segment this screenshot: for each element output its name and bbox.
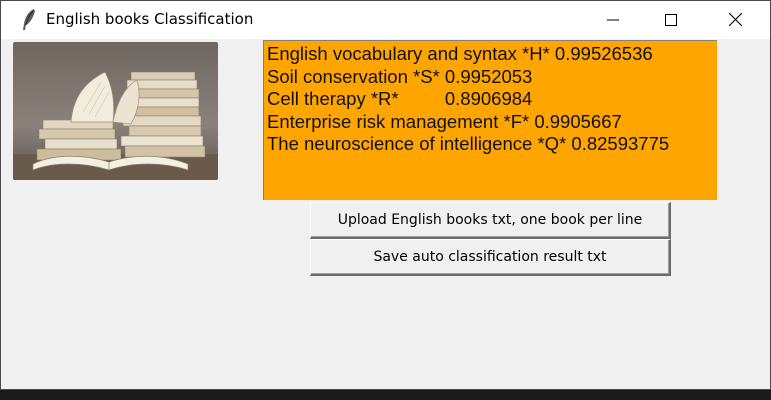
classification-result-box: English vocabulary and syntax *H* 0.9952… (263, 40, 717, 200)
app-window: English books Classification English voc… (0, 0, 771, 390)
result-line: The neuroscience of intelligence *Q* 0.8… (267, 133, 670, 154)
title-bar: English books Classification (1, 1, 770, 39)
maximize-button[interactable] (642, 1, 700, 39)
result-line: English vocabulary and syntax *H* 0.9952… (267, 43, 653, 64)
save-result-button[interactable]: Save auto classification result txt (310, 239, 671, 276)
result-line: Cell therapy *R* 0.8906984 (267, 88, 533, 109)
feather-icon (20, 8, 38, 32)
result-lines: English vocabulary and syntax *H* 0.9952… (264, 43, 669, 156)
stacked-books-image (13, 42, 218, 180)
main-content: English vocabulary and syntax *H* 0.9952… (1, 39, 770, 389)
minimize-button[interactable] (584, 1, 642, 39)
minimize-icon (607, 11, 619, 30)
maximize-icon (665, 11, 677, 30)
upload-books-button[interactable]: Upload English books txt, one book per l… (310, 202, 671, 239)
close-button[interactable] (701, 1, 770, 39)
result-line: Soil conservation *S* 0.9952053 (267, 65, 533, 87)
result-line: Enterprise risk management *F* 0.9905667 (267, 110, 622, 132)
close-icon (728, 11, 743, 30)
window-title: English books Classification (46, 10, 254, 28)
